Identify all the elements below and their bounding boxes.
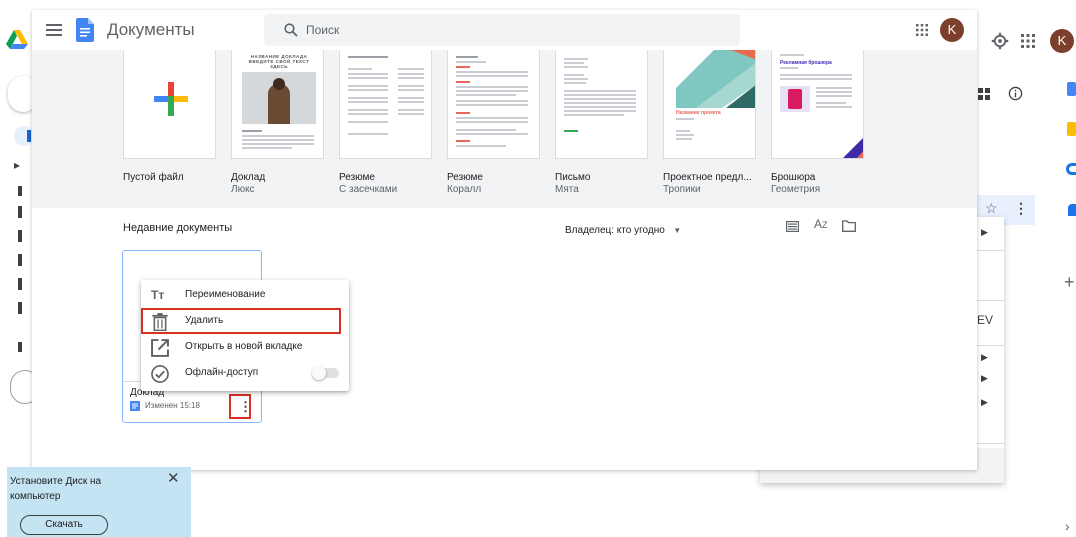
docs-logo-icon	[76, 18, 94, 42]
offline-toggle[interactable]	[312, 366, 339, 380]
template-name: Проектное предл...	[663, 172, 752, 183]
template-name: Письмо	[555, 172, 591, 183]
close-icon[interactable]: ✕	[167, 469, 180, 487]
more-vert-icon[interactable]: ⋮	[1014, 200, 1028, 217]
search-icon	[284, 23, 298, 37]
keep-addon-icon[interactable]	[1067, 122, 1076, 136]
drive-avatar[interactable]: K	[1050, 29, 1074, 53]
grid-view-icon[interactable]	[978, 88, 990, 100]
scroll-right-icon[interactable]: ›	[1065, 518, 1070, 534]
menu-item-delete[interactable]: Удалить	[141, 308, 341, 334]
project-thumb-title: Название проекта	[676, 110, 721, 116]
template-subtitle: Мята	[555, 184, 579, 195]
more-vert-icon: ⋮	[239, 399, 252, 414]
template-thumbnail	[555, 50, 648, 159]
template-subtitle: Коралл	[447, 184, 482, 195]
owner-filter-dropdown[interactable]: Владелец: кто угодно ▼	[565, 220, 681, 236]
main-menu-icon[interactable]	[46, 23, 62, 37]
menu-item-offline[interactable]: Офлайн-доступ	[141, 360, 349, 386]
text-format-icon: Tт	[151, 288, 165, 302]
add-addon-icon[interactable]: +	[1064, 272, 1075, 293]
install-drive-toast: Установите Диск на компьютер ✕ Скачать	[7, 467, 191, 537]
trash-icon	[152, 313, 168, 331]
doc-type-icon	[130, 401, 140, 411]
template-subtitle: Тропики	[663, 184, 701, 195]
submenu-arrow-icon: ▶	[981, 373, 988, 383]
plus-multicolor-icon	[154, 82, 188, 116]
calendar-addon-icon[interactable]	[1067, 82, 1076, 96]
template-subtitle: Геометрия	[771, 184, 821, 195]
template-gallery: Пустой файл НАЗВАНИЕ ДОКЛАДА ВВЕДИТЕ СВО…	[32, 50, 977, 208]
search-input[interactable]: Поиск	[306, 23, 339, 37]
template-name: Резюме	[339, 172, 375, 183]
search-bar[interactable]: Поиск	[264, 14, 740, 46]
context-menu: Tт Переименование Удалить Открыть в ново…	[141, 280, 349, 391]
open-in-new-icon	[151, 339, 169, 357]
menu-label: Удалить	[185, 315, 224, 326]
doc-modified: Изменен 15:18	[145, 401, 200, 410]
partial-menu-text: EV	[977, 313, 994, 327]
template-thumbnail: Название проекта	[663, 50, 756, 159]
template-name: Доклад	[231, 172, 266, 183]
docs-window: Документы Поиск K Пустой файл НАЗВАНИЕ Д…	[32, 10, 977, 470]
account-avatar[interactable]: K	[940, 18, 964, 42]
offline-check-icon	[151, 365, 169, 383]
menu-label: Офлайн-доступ	[185, 367, 259, 378]
template-subtitle: Люкс	[231, 184, 255, 195]
docs-header: Документы Поиск K	[32, 10, 977, 50]
report-thumb-title: НАЗВАНИЕ ДОКЛАДА ВВЕДИТЕ СВОЙ ТЕКСТ ЗДЕС…	[248, 54, 310, 69]
folder-icon[interactable]	[842, 220, 856, 232]
recent-docs-title: Недавние документы	[123, 222, 233, 234]
owner-filter-label: Владелец: кто угодно	[565, 225, 665, 236]
list-view-icon[interactable]	[786, 221, 799, 232]
menu-item-rename[interactable]: Tт Переименование	[141, 282, 349, 308]
drive-logo-icon	[6, 30, 28, 49]
star-icon[interactable]: ☆	[985, 200, 998, 217]
report-photo	[242, 72, 316, 124]
brochure-thumb-title: Рекламная брошюра	[780, 60, 832, 66]
apps-grid-icon[interactable]	[916, 24, 928, 36]
menu-label: Переименование	[185, 289, 266, 300]
nav-item-partial[interactable]	[14, 126, 34, 146]
template-name: Брошюра	[771, 172, 816, 183]
app-title: Документы	[107, 20, 195, 39]
info-icon[interactable]	[1008, 86, 1023, 101]
doc-more-button[interactable]: ⋮	[229, 394, 252, 419]
submenu-arrow-icon: ▶	[981, 397, 988, 407]
template-thumbnail	[447, 50, 540, 159]
dropdown-arrow-icon: ▼	[673, 226, 682, 235]
template-name: Пустой файл	[123, 172, 184, 183]
tasks-addon-icon[interactable]	[1066, 163, 1076, 175]
apps-grid-icon[interactable]	[1021, 34, 1035, 48]
submenu-arrow-icon: ▶	[981, 227, 988, 237]
template-thumbnail	[123, 50, 216, 159]
menu-label: Открыть в новой вкладке	[185, 341, 303, 352]
settings-gear-icon[interactable]	[991, 32, 1009, 50]
contacts-addon-icon[interactable]	[1068, 204, 1076, 216]
template-thumbnail: НАЗВАНИЕ ДОКЛАДА ВВЕДИТЕ СВОЙ ТЕКСТ ЗДЕС…	[231, 50, 324, 159]
template-thumbnail	[339, 50, 432, 159]
brochure-geo-shape	[843, 138, 863, 158]
tropic-shapes	[676, 50, 755, 108]
template-thumbnail: Рекламная брошюра	[771, 50, 864, 159]
download-button[interactable]: Скачать	[20, 515, 108, 535]
menu-item-open-new-tab[interactable]: Открыть в новой вкладке	[141, 334, 349, 360]
template-subtitle: С засечками	[339, 184, 398, 195]
sort-az-icon[interactable]: AZ	[814, 217, 828, 231]
toast-message: Установите Диск на компьютер	[10, 476, 102, 502]
template-name: Резюме	[447, 172, 483, 183]
submenu-arrow-icon: ▶	[981, 352, 988, 362]
